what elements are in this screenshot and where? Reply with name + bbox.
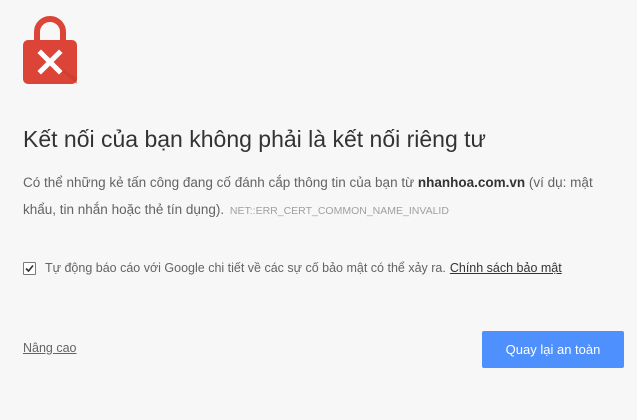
report-checkbox[interactable]: [23, 261, 36, 275]
interstitial-page: Kết nối của bạn không phải là kết nối ri…: [0, 0, 637, 420]
error-code[interactable]: NET::ERR_CERT_COMMON_NAME_INVALID: [230, 205, 449, 217]
page-title: Kết nối của bạn không phải là kết nối ri…: [23, 126, 486, 152]
advanced-link[interactable]: Nâng cao: [23, 341, 77, 355]
report-checkbox-label: Tự động báo cáo với Google chi tiết về c…: [45, 261, 446, 275]
checkmark-icon: [25, 264, 34, 272]
hostname: nhanhoa.com.vn: [417, 175, 526, 190]
error-description: Có thể những kẻ tấn công đang cố đánh cắ…: [23, 169, 627, 225]
privacy-policy-link[interactable]: Chính sách bảo mật: [450, 261, 562, 275]
report-option: Tự động báo cáo với Google chi tiết về c…: [23, 258, 562, 278]
description-prefix: Có thể những kẻ tấn công đang cố đánh cắ…: [23, 175, 415, 190]
lock-error-icon: [23, 14, 77, 84]
back-to-safety-button[interactable]: Quay lại an toàn: [482, 331, 624, 368]
